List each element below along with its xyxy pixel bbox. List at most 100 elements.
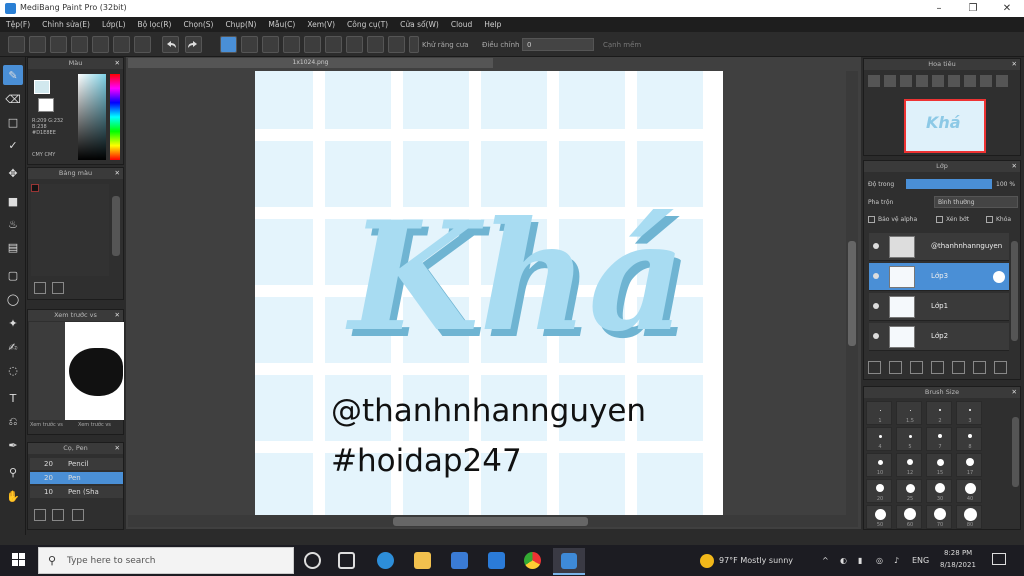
brush-size-cell[interactable]: 60: [896, 505, 922, 529]
palette-scrollbar[interactable]: [112, 196, 120, 256]
eyedropper-tool-icon[interactable]: ✒: [3, 435, 23, 455]
cortana-icon[interactable]: [304, 552, 321, 569]
fill-rect-icon[interactable]: ■: [3, 191, 23, 211]
move-tool-icon[interactable]: ✥: [3, 163, 23, 183]
store-icon[interactable]: [451, 552, 468, 569]
language-label[interactable]: ENG: [912, 556, 929, 565]
adjust-select[interactable]: 0: [522, 38, 594, 51]
brush-tool-icon[interactable]: ✎: [3, 65, 23, 85]
close-button[interactable]: ✕: [990, 0, 1024, 17]
clock-time[interactable]: 8:28 PM: [944, 549, 972, 557]
menu-help[interactable]: Help: [484, 20, 501, 29]
lock-checkbox[interactable]: [986, 216, 993, 223]
taskbar-search[interactable]: ⚲ Type here to search: [38, 547, 294, 574]
brush-size-cell[interactable]: 2: [926, 401, 952, 425]
rotate-left-icon[interactable]: [932, 75, 944, 87]
operation-tool-icon[interactable]: ⎌: [3, 412, 23, 432]
check-tool-icon[interactable]: ✓: [3, 135, 23, 155]
zoom-tool-icon[interactable]: ⚲: [3, 462, 23, 482]
minimize-button[interactable]: –: [922, 0, 956, 17]
hand-tool-icon[interactable]: ✋: [3, 486, 23, 506]
clock-date[interactable]: 8/18/2021: [940, 561, 976, 569]
secondary-color-swatch[interactable]: [38, 98, 54, 112]
network-icon[interactable]: ◐: [840, 556, 847, 565]
wand-tool-icon[interactable]: ✦: [3, 313, 23, 333]
layer-menu-icon[interactable]: [931, 361, 944, 374]
edge-icon[interactable]: [377, 552, 394, 569]
redo-icon[interactable]: [185, 36, 202, 53]
menu-layer[interactable]: Lớp(L): [102, 20, 126, 29]
add-brush-icon[interactable]: [34, 509, 46, 521]
gradient-tool-icon[interactable]: ▤: [3, 237, 23, 257]
brush-size-cell[interactable]: 17: [956, 453, 982, 477]
menu-template[interactable]: Mẫu(C): [268, 20, 295, 29]
menu-window[interactable]: Cửa sổ(W): [400, 20, 439, 29]
maximize-button[interactable]: ❐: [956, 0, 990, 17]
mail-icon[interactable]: [488, 552, 505, 569]
volume-icon[interactable]: ♪: [894, 556, 899, 565]
eye-icon[interactable]: [873, 303, 879, 309]
merge-layer-icon[interactable]: [910, 361, 923, 374]
cloud-icon[interactable]: [8, 36, 25, 53]
grid-icon[interactable]: [71, 36, 88, 53]
brush-size-cell[interactable]: 70: [926, 505, 952, 529]
canvas-tab[interactable]: 1x1024.png: [128, 58, 493, 68]
brush-item[interactable]: 10 Pen (Sha: [30, 486, 123, 498]
new-layer-icon[interactable]: [868, 361, 881, 374]
menu-filter[interactable]: Bộ lọc(R): [138, 20, 172, 29]
grid2-icon[interactable]: [92, 36, 109, 53]
weather-icon[interactable]: [700, 554, 714, 568]
menu-edit[interactable]: Chỉnh sửa(E): [42, 20, 90, 29]
brush-size-cell[interactable]: 40: [956, 479, 982, 503]
brush-settings-icon[interactable]: [52, 509, 64, 521]
circle-icon[interactable]: [304, 36, 321, 53]
select-rect-icon[interactable]: ▢: [3, 265, 23, 285]
brush-size-cell[interactable]: 25: [896, 479, 922, 503]
hue-slider[interactable]: [110, 74, 120, 160]
reset-icon[interactable]: [964, 75, 976, 87]
brush-size-cell[interactable]: 8: [956, 427, 982, 451]
preview-button-1[interactable]: Xem trước vs: [30, 422, 63, 428]
delete-layer-icon[interactable]: [952, 361, 965, 374]
grid-select-icon[interactable]: [262, 36, 279, 53]
layer-scrollbar[interactable]: [1011, 241, 1018, 341]
grid3-icon[interactable]: [113, 36, 130, 53]
chevron-up-icon[interactable]: ^: [822, 556, 829, 565]
refresh-icon[interactable]: [996, 75, 1008, 87]
brush-size-cell[interactable]: 3: [956, 401, 982, 425]
horizontal-scrollbar[interactable]: [128, 515, 858, 527]
bucket-tool-icon[interactable]: ♨: [3, 214, 23, 234]
brush-size-cell[interactable]: 4: [866, 427, 892, 451]
rotate-right-icon[interactable]: [948, 75, 960, 87]
opacity-slider[interactable]: [906, 179, 992, 189]
canvas-paper[interactable]: Khá Khá @thanhnhannguyen #hoidap247: [255, 71, 723, 516]
home-icon[interactable]: [29, 36, 46, 53]
zoom-in-icon[interactable]: [868, 75, 880, 87]
brush-size-cell[interactable]: 15: [926, 453, 952, 477]
ring-icon[interactable]: [388, 36, 405, 53]
gear-icon[interactable]: [367, 36, 384, 53]
brush-item-selected[interactable]: 20 Pen: [30, 472, 123, 484]
brush-size-cell[interactable]: 5: [896, 427, 922, 451]
text-tool-icon[interactable]: T: [3, 388, 23, 408]
preview-button-2[interactable]: Xem trước vs: [78, 422, 111, 428]
brush-size-cell[interactable]: 20: [866, 479, 892, 503]
dot-tool-icon[interactable]: □: [3, 112, 23, 132]
grid4-icon[interactable]: [134, 36, 151, 53]
brush-size-scrollbar[interactable]: [1012, 417, 1019, 487]
duplicate-layer-icon[interactable]: [889, 361, 902, 374]
brush-size-cell[interactable]: 1.5: [896, 401, 922, 425]
notification-icon[interactable]: [992, 553, 1006, 565]
layer-row[interactable]: Lớp1: [869, 293, 1009, 321]
new-palette-icon[interactable]: [34, 282, 46, 294]
brush-size-cell[interactable]: 7: [926, 427, 952, 451]
brush-size-cell[interactable]: 30: [926, 479, 952, 503]
brush-size-cell[interactable]: 10: [866, 453, 892, 477]
zoom-out-icon[interactable]: [884, 75, 896, 87]
fit-icon[interactable]: [900, 75, 912, 87]
actual-size-icon[interactable]: [916, 75, 928, 87]
menu-snap[interactable]: Chụp(N): [225, 20, 256, 29]
flip-icon[interactable]: [980, 75, 992, 87]
eye-icon[interactable]: [873, 333, 879, 339]
rect-select-icon[interactable]: [241, 36, 258, 53]
